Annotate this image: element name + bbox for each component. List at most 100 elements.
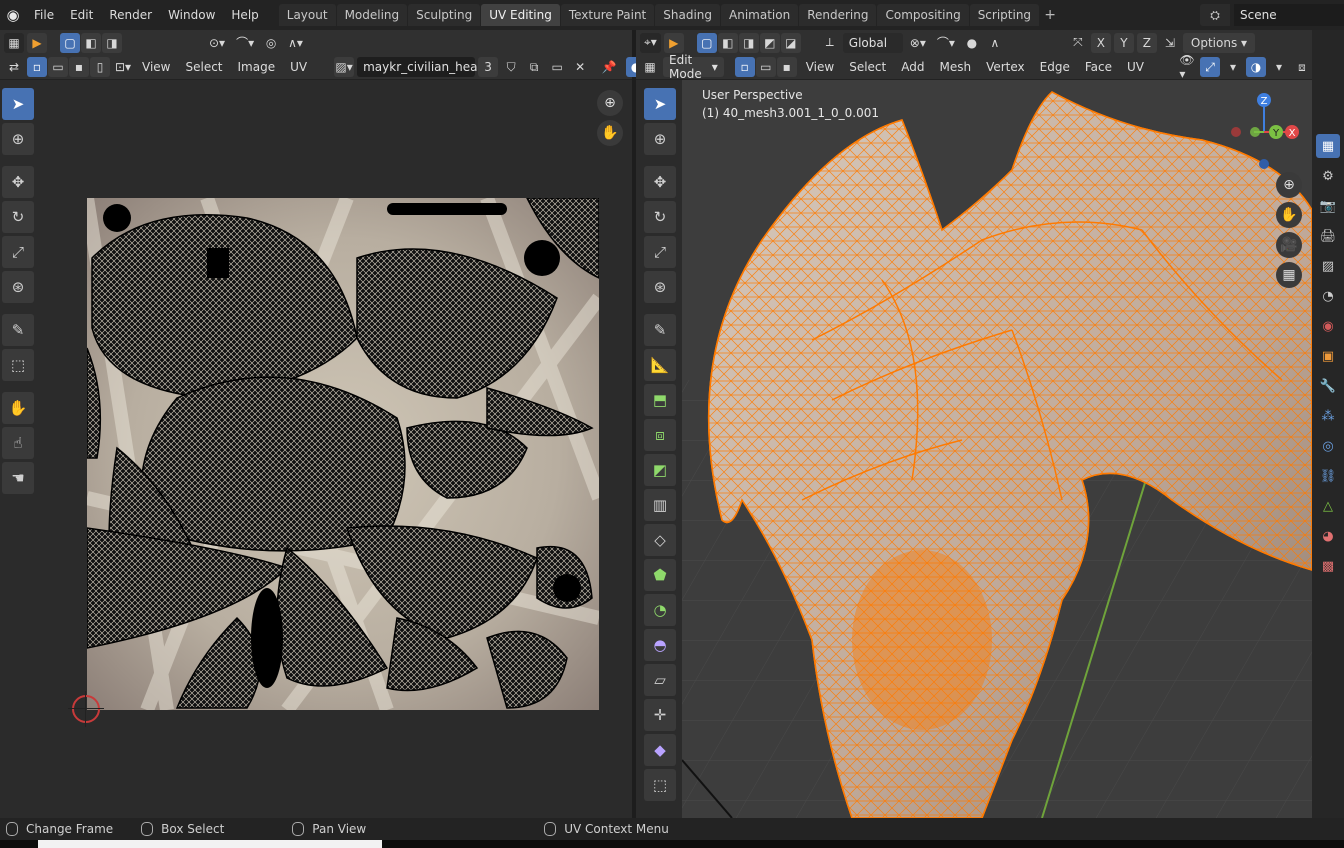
pin-icon[interactable]: 📌 (599, 57, 619, 77)
tab-scripting[interactable]: Scripting (969, 4, 1040, 26)
constraints-tab-icon[interactable]: ⛓ (1316, 464, 1340, 488)
menu-file[interactable]: File (26, 4, 62, 26)
vp-menu-vertex[interactable]: Vertex (980, 60, 1031, 74)
vp-select-tool-icon[interactable]: ➤ (644, 88, 676, 120)
modifier-tab-icon[interactable]: 🔧 (1316, 374, 1340, 398)
box-select-new-icon[interactable]: ▢ (60, 32, 80, 53)
pinch-tool-icon[interactable]: ☚ (2, 462, 34, 494)
pan-hand-icon[interactable]: ✋ (597, 120, 623, 146)
vp-pivot-icon[interactable]: ⊗▾ (906, 33, 930, 53)
uv-sync-icon[interactable]: ⇄ (4, 57, 24, 77)
scale-tool-icon[interactable]: ⤢ (2, 236, 34, 268)
object-tab-icon[interactable]: ▣ (1316, 344, 1340, 368)
overlay-dropdown-icon[interactable]: ▾ (1269, 57, 1289, 77)
world-tab-icon[interactable]: ◉ (1316, 314, 1340, 338)
cursor-tool-icon[interactable]: ⊕ (2, 123, 34, 155)
scene-selector[interactable]: ⛭ Scene (1200, 4, 1344, 26)
mirror-y-button[interactable]: Y (1113, 32, 1134, 53)
snap-icon[interactable]: ⌒▾ (232, 33, 258, 53)
tab-layout[interactable]: Layout (278, 4, 336, 26)
image-browse-icon[interactable]: ▨▾ (334, 57, 355, 77)
xray-icon[interactable]: ⧈ (1292, 57, 1312, 77)
poly-build-tool-icon[interactable]: ⬟ (644, 559, 676, 591)
extrude-tool-icon[interactable]: ⬒ (644, 384, 676, 416)
image-name-field[interactable]: maykr_civilian_hea... (357, 57, 489, 77)
shrink-tool-icon[interactable]: ✛ (644, 699, 676, 731)
vp-menu-edge[interactable]: Edge (1034, 60, 1076, 74)
rip-region-tool-icon[interactable]: ⬚ (644, 769, 676, 801)
mirror-x-button[interactable]: X (1090, 32, 1111, 53)
scene-icon[interactable]: ⛭ (1200, 4, 1230, 26)
tab-sculpting[interactable]: Sculpting (408, 4, 481, 26)
vp-falloff-icon[interactable]: ∧ (985, 33, 1005, 53)
inset-tool-icon[interactable]: ⧈ (644, 419, 676, 451)
box-select-subtract-icon[interactable]: ◨ (102, 32, 122, 53)
mode-dropdown[interactable]: Edit Mode ▾ (663, 53, 724, 81)
tab-texture-paint[interactable]: Texture Paint (560, 4, 655, 26)
texture-tab-icon[interactable]: ▩ (1316, 554, 1340, 578)
vp-menu-view[interactable]: View (800, 60, 840, 74)
navigation-gizmo[interactable]: Z X Y (1224, 92, 1304, 172)
scene-name[interactable]: Scene (1234, 4, 1344, 26)
viewport-select-mode-icon[interactable]: ▶ (663, 32, 684, 53)
vp-box-subtract-icon[interactable]: ◨ (738, 32, 759, 53)
proportional-icon[interactable]: ◎ (261, 33, 281, 53)
image-users-count[interactable]: 3 (478, 57, 499, 77)
vp-box-intersect-icon[interactable]: ◪ (780, 32, 801, 53)
zoom-icon[interactable]: ⊕ (597, 90, 623, 116)
vp-zoom-icon[interactable]: ⊕ (1276, 172, 1302, 198)
grab-tool-icon[interactable]: ✋ (2, 392, 34, 424)
vp-box-extend-icon[interactable]: ◧ (717, 32, 738, 53)
vp-menu-add[interactable]: Add (895, 60, 930, 74)
mirror-icon[interactable]: ⤧ (1068, 33, 1088, 53)
relax-tool-icon[interactable]: ☝ (2, 427, 34, 459)
vp-menu-select[interactable]: Select (843, 60, 892, 74)
tab-shading[interactable]: Shading (655, 4, 720, 26)
island-select-icon[interactable]: ▯ (90, 57, 110, 77)
sticky-select-icon[interactable]: ⊡▾ (113, 57, 133, 77)
data-tab-icon[interactable]: △ (1316, 494, 1340, 518)
select-mode-icon[interactable]: ▶ (27, 32, 47, 53)
tab-modeling[interactable]: Modeling (336, 4, 408, 26)
vp-menu-mesh[interactable]: Mesh (933, 60, 977, 74)
edge-select-icon[interactable]: ▭ (48, 57, 68, 77)
mirror-z-button[interactable]: Z (1136, 32, 1157, 53)
vp-menu-face[interactable]: Face (1079, 60, 1118, 74)
select-tool-icon[interactable]: ➤ (2, 88, 34, 120)
shear-tool-icon[interactable]: ◆ (644, 734, 676, 766)
options-dropdown[interactable]: Options ▾ (1182, 32, 1256, 53)
rip-tool-icon[interactable]: ⬚ (2, 349, 34, 381)
overlay-toggle-icon[interactable]: ◑ (1246, 57, 1266, 77)
output-tab-icon[interactable]: 🖨 (1316, 224, 1340, 248)
orientation-icon[interactable]: ⟂ (820, 33, 840, 53)
auto-merge-icon[interactable]: ⇲ (1160, 33, 1180, 53)
bevel-tool-icon[interactable]: ◩ (644, 454, 676, 486)
scene-tab-icon[interactable]: ◔ (1316, 284, 1340, 308)
annotate-tool-icon[interactable]: ✎ (2, 314, 34, 346)
vp-transform-tool-icon[interactable]: ⊛ (644, 271, 676, 303)
menu-edit[interactable]: Edit (62, 4, 101, 26)
falloff-icon[interactable]: ∧▾ (284, 33, 307, 53)
vp-face-select-icon[interactable]: ▪ (776, 57, 797, 77)
knife-tool-icon[interactable]: ◇ (644, 524, 676, 556)
loop-cut-tool-icon[interactable]: ▥ (644, 489, 676, 521)
vp-box-invert-icon[interactable]: ◩ (759, 32, 780, 53)
tab-uv-editing[interactable]: UV Editing (481, 4, 560, 26)
smooth-tool-icon[interactable]: ◓ (644, 629, 676, 661)
vp-cursor-tool-icon[interactable]: ⊕ (644, 123, 676, 155)
tab-animation[interactable]: Animation (721, 4, 799, 26)
editor-type-icon[interactable]: ▦ (4, 32, 24, 53)
vp-pan-hand-icon[interactable]: ✋ (1276, 202, 1302, 228)
vp-scale-tool-icon[interactable]: ⤢ (644, 236, 676, 268)
spin-tool-icon[interactable]: ◔ (644, 594, 676, 626)
ortho-toggle-icon[interactable]: ▦ (1276, 262, 1302, 288)
vp-box-new-icon[interactable]: ▢ (696, 32, 717, 53)
new-image-icon[interactable]: ⧉ (524, 57, 544, 77)
menu-help[interactable]: Help (223, 4, 266, 26)
particles-tab-icon[interactable]: ⁂ (1316, 404, 1340, 428)
viewport-canvas[interactable] (682, 80, 1312, 818)
edge-slide-tool-icon[interactable]: ▱ (644, 664, 676, 696)
vp-snap-icon[interactable]: ⌒▾ (933, 33, 959, 53)
vp-vertex-select-icon[interactable]: ▫ (734, 57, 755, 77)
move-tool-icon[interactable]: ✥ (2, 166, 34, 198)
